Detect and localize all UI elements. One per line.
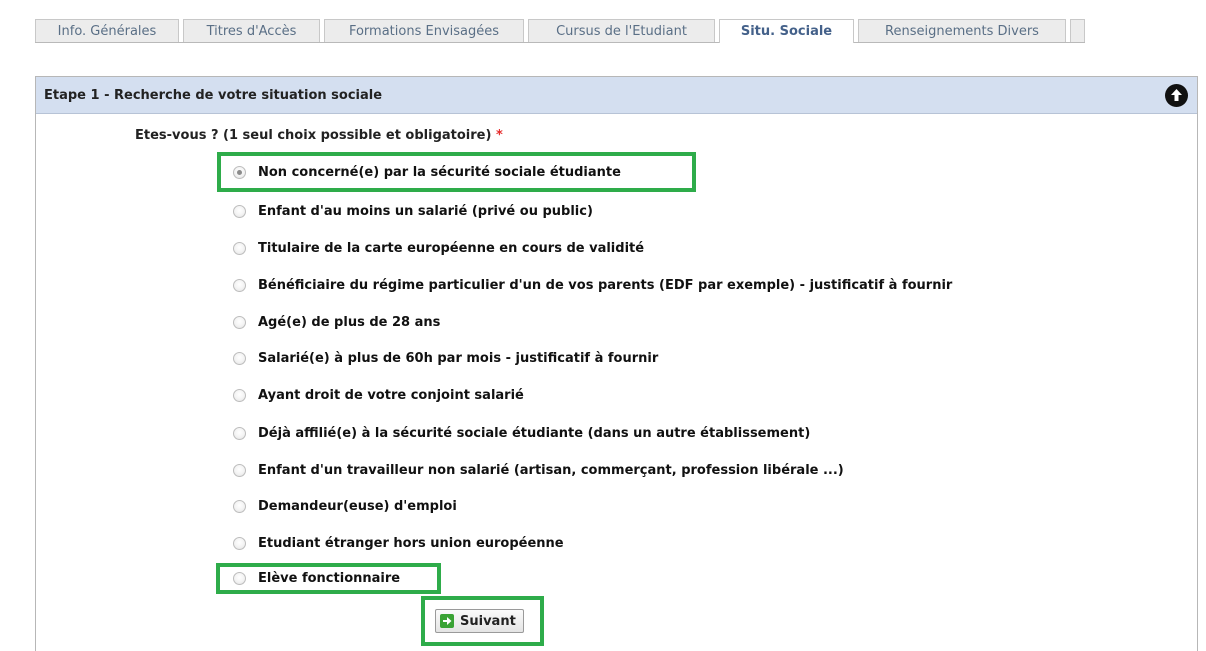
- tab-bar: Info. Générales Titres d'Accès Formation…: [35, 19, 1085, 43]
- option-demandeur-emploi[interactable]: Demandeur(euse) d'emploi: [233, 495, 457, 517]
- option-label: Enfant d'un travailleur non salarié (art…: [258, 462, 844, 478]
- tab-titres-d-acces[interactable]: Titres d'Accès: [183, 19, 320, 42]
- required-marker: *: [495, 128, 503, 143]
- radio-button[interactable]: [233, 499, 246, 513]
- radio-button[interactable]: [233, 463, 246, 477]
- tab-situ-sociale[interactable]: Situ. Sociale: [719, 19, 854, 43]
- radio-button[interactable]: [233, 388, 246, 402]
- option-label: Déjà affilié(e) à la sécurité sociale ét…: [258, 425, 811, 441]
- option-ayant-droit-conjoint[interactable]: Ayant droit de votre conjoint salarié: [233, 384, 524, 406]
- radio-button[interactable]: [233, 204, 246, 218]
- option-carte-europeenne[interactable]: Titulaire de la carte européenne en cour…: [233, 237, 644, 259]
- option-label: Demandeur(euse) d'emploi: [258, 498, 457, 514]
- collapse-button[interactable]: [1165, 83, 1188, 107]
- question-text: Etes-vous ? (1 seul choix possible et ob…: [135, 128, 492, 143]
- arrow-up-circle-icon: [1171, 89, 1182, 101]
- tab-bar-filler: [1070, 19, 1085, 42]
- option-deja-affilie[interactable]: Déjà affilié(e) à la sécurité sociale ét…: [233, 422, 810, 444]
- question-label: Etes-vous ? (1 seul choix possible et ob…: [135, 128, 503, 143]
- radio-button[interactable]: [233, 351, 246, 365]
- radio-button[interactable]: [233, 426, 246, 440]
- highlight-box-suivant: [421, 596, 544, 646]
- tab-renseignements-divers[interactable]: Renseignements Divers: [858, 19, 1066, 42]
- option-etudiant-etranger[interactable]: Etudiant étranger hors union européenne: [233, 532, 564, 554]
- tab-formations-envisagees[interactable]: Formations Envisagées: [324, 19, 524, 42]
- option-label: Enfant d'au moins un salarié (privé ou p…: [258, 203, 593, 219]
- option-age-28[interactable]: Agé(e) de plus de 28 ans: [233, 311, 440, 333]
- radio-button[interactable]: [233, 315, 246, 329]
- radio-button[interactable]: [233, 536, 246, 550]
- option-label: Etudiant étranger hors union européenne: [258, 535, 564, 551]
- option-travailleur-non-salarie[interactable]: Enfant d'un travailleur non salarié (art…: [233, 459, 844, 481]
- option-regime-particulier[interactable]: Bénéficiaire du régime particulier d'un …: [233, 274, 952, 296]
- tab-cursus-etudiant[interactable]: Cursus de l'Etudiant: [528, 19, 715, 42]
- option-label: Agé(e) de plus de 28 ans: [258, 314, 441, 330]
- highlight-box-non-concerne: [217, 152, 696, 192]
- highlight-box-eleve-fonctionnaire: [216, 563, 441, 594]
- option-salarie-60h[interactable]: Salarié(e) à plus de 60h par mois - just…: [233, 347, 658, 369]
- option-label: Titulaire de la carte européenne en cour…: [258, 240, 645, 256]
- option-label: Ayant droit de votre conjoint salarié: [258, 387, 524, 403]
- option-label: Salarié(e) à plus de 60h par mois - just…: [258, 350, 659, 366]
- tab-info-generales[interactable]: Info. Générales: [35, 19, 179, 42]
- radio-button[interactable]: [233, 278, 246, 292]
- panel-title: Etape 1 - Recherche de votre situation s…: [44, 87, 383, 103]
- option-enfant-salarie[interactable]: Enfant d'au moins un salarié (privé ou p…: [233, 200, 593, 222]
- radio-button[interactable]: [233, 241, 246, 255]
- option-label: Bénéficiaire du régime particulier d'un …: [258, 277, 953, 293]
- panel-header: Etape 1 - Recherche de votre situation s…: [36, 77, 1197, 114]
